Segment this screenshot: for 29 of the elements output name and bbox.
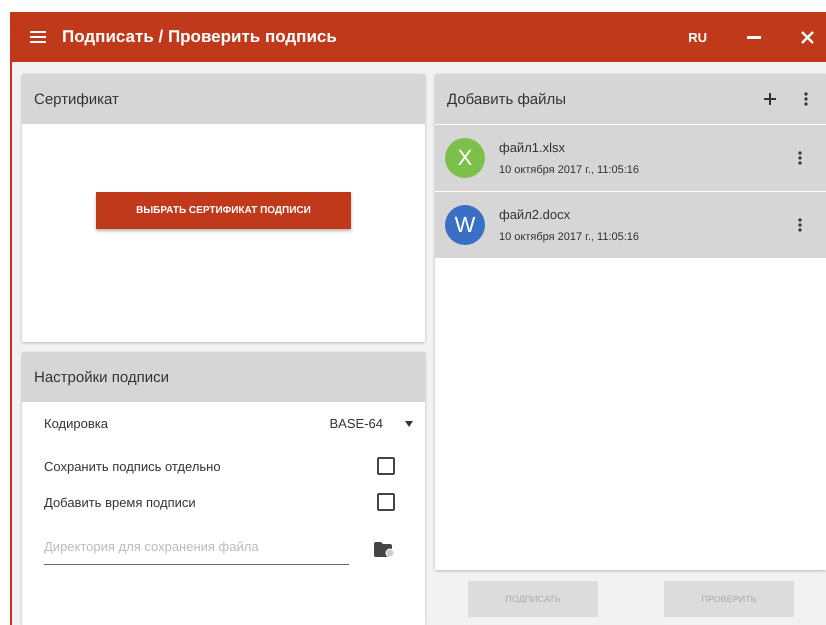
language-button[interactable]: RU — [688, 30, 707, 44]
more-icon[interactable] — [798, 151, 802, 165]
card-title: Настройки подписи — [34, 368, 169, 386]
folder-icon[interactable] — [373, 540, 395, 558]
encoding-label: Кодировка — [44, 416, 108, 431]
more-icon[interactable] — [798, 218, 802, 232]
file-type-avatar: W — [445, 205, 485, 245]
file-item[interactable]: W файл2.docx 10 октября 2017 г., 11:05:16 — [435, 191, 826, 258]
file-item[interactable]: X файл1.xlsx 10 октября 2017 г., 11:05:16 — [435, 124, 826, 191]
more-icon[interactable] — [804, 92, 808, 106]
checkbox[interactable] — [377, 457, 395, 475]
file-name: файл1.xlsx — [499, 140, 566, 155]
option-label: Сохранить подпись отдельно — [44, 458, 221, 474]
select-certificate-button[interactable]: ВЫБРАТЬ СЕРТИФИКАТ ПОДПИСИ — [96, 192, 351, 229]
window-title: Подписать / Проверить подпись — [62, 27, 338, 47]
file-date: 10 октября 2017 г., 11:05:16 — [499, 164, 640, 176]
add-icon[interactable] — [764, 93, 776, 105]
option-label: Добавить время подписи — [44, 494, 196, 510]
encoding-select[interactable]: BASE-64 — [330, 416, 413, 431]
file-date: 10 октября 2017 г., 11:05:16 — [499, 231, 640, 243]
close-icon[interactable] — [801, 30, 814, 44]
file-type-avatar: X — [445, 138, 485, 178]
menu-icon[interactable] — [30, 31, 46, 43]
directory-field[interactable]: Директория для сохранения файла — [44, 533, 349, 565]
minimize-icon[interactable] — [747, 36, 761, 38]
card-title: Сертификат — [34, 90, 119, 108]
card-title: Добавить файлы — [447, 90, 568, 108]
file-name: файл2.docx — [499, 207, 572, 222]
checkbox[interactable] — [377, 493, 395, 511]
